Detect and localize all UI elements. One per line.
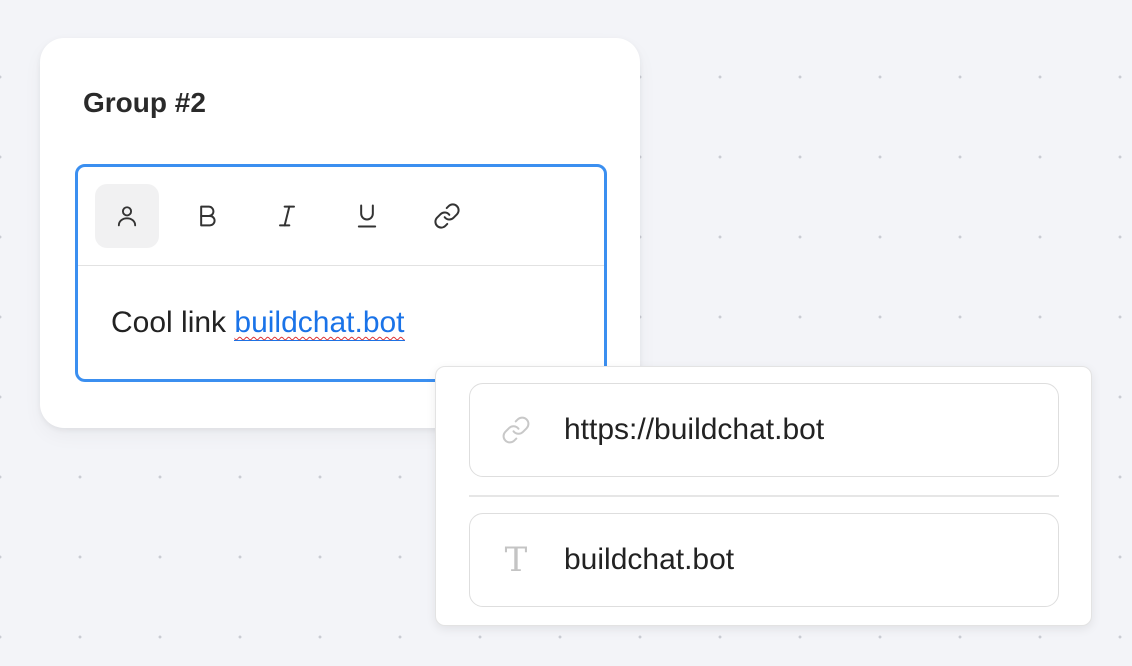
link-icon [500, 414, 532, 446]
url-input[interactable] [564, 413, 1024, 447]
group-title: Group #2 [83, 87, 206, 118]
url-field[interactable] [469, 383, 1059, 477]
bold-button[interactable] [175, 184, 239, 248]
popover-divider [469, 495, 1059, 497]
underline-icon [357, 204, 377, 228]
editor-content[interactable]: Cool link buildchat.bot [111, 305, 405, 341]
editor-toolbar [78, 167, 604, 266]
text-editor[interactable]: Cool link buildchat.bot [75, 164, 607, 382]
user-icon [117, 206, 137, 227]
content-text: Cool link [111, 306, 235, 339]
link-icon [434, 203, 460, 229]
link-text-field[interactable]: T [469, 513, 1059, 607]
content-link[interactable]: buildchat.bot [234, 306, 405, 341]
italic-icon [279, 205, 295, 227]
variable-button[interactable] [95, 184, 159, 248]
italic-button[interactable] [255, 184, 319, 248]
link-popover: T [435, 366, 1092, 626]
link-button[interactable] [415, 184, 479, 248]
underline-button[interactable] [335, 184, 399, 248]
link-text-input[interactable] [564, 543, 1024, 577]
text-icon: T [504, 540, 528, 580]
bold-icon [200, 205, 216, 227]
